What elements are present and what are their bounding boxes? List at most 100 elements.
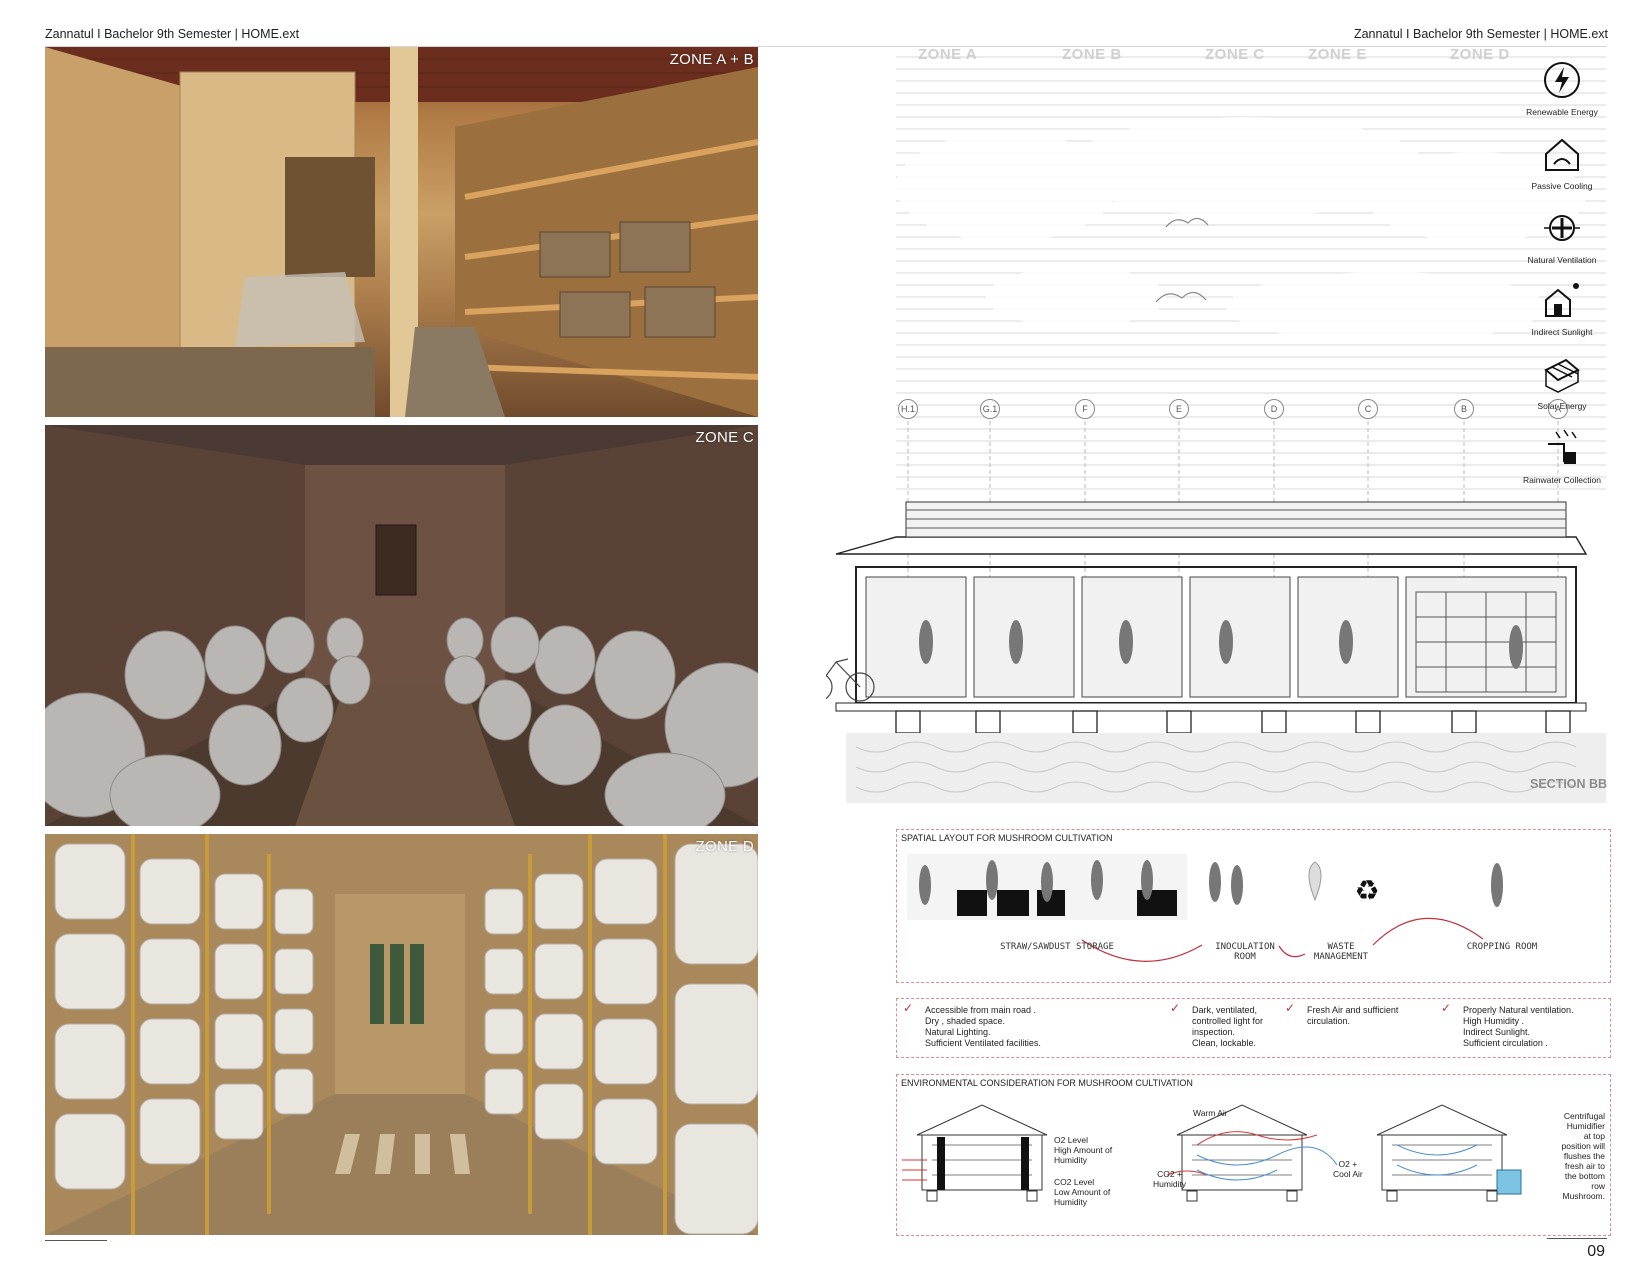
env-co2h-line: CO2 + [1157, 1169, 1182, 1179]
stage-cropping-room: CROPPING ROOM [1466, 942, 1538, 952]
env-co2-humidity-label: CO2 + Humidity [1153, 1169, 1186, 1189]
solar-panel-icon [1544, 358, 1580, 393]
page-number: 09 [1587, 1243, 1605, 1260]
zone-d-label: ZONE D [695, 838, 754, 855]
criteria-storage-line: Natural Lighting. [925, 1027, 991, 1037]
env-humid-line: Humidifier [1566, 1121, 1605, 1131]
grid-marker-g1: G.1 [980, 399, 1000, 419]
environment-illustration [902, 1104, 1522, 1202]
feature-indirect-sunlight-label: Indirect Sunlight [1531, 327, 1593, 337]
section-bb-drawing [826, 56, 1606, 803]
render-zone-d-illustration [45, 834, 758, 1235]
env-co2-line: Low Amount of [1054, 1187, 1111, 1197]
zone-d-header: ZONE D [1450, 46, 1510, 63]
env-humid-line: Mushroom. [1562, 1191, 1605, 1201]
zone-c-header: ZONE C [1205, 46, 1265, 63]
env-warm-air-label: Warm Air [1193, 1108, 1228, 1118]
check-icon: ✓ [903, 1001, 914, 1015]
svg-text:♻: ♻ [1354, 874, 1379, 907]
criteria-panel: ✓ Accessible from main road . Dry , shad… [896, 998, 1611, 1058]
criteria-inoculation: ✓ Dark, ventilated, controlled light for… [1170, 1002, 1292, 1049]
rain-tank-icon [1548, 429, 1577, 464]
env-humid-line: at top [1583, 1131, 1605, 1141]
criteria-storage-line: Sufficient Ventilated facilities. [925, 1038, 1041, 1048]
criteria-storage-line: Accessible from main road . [925, 1005, 1037, 1015]
stage-inoculation-room: INOCULATION ROOM [1215, 942, 1275, 962]
feature-natural-ventilation-label: Natural Ventilation [1527, 255, 1597, 265]
env-o2-cool-air-label: O2 + Cool Air [1333, 1159, 1363, 1179]
criteria-cropping-line: High Humidity . [1463, 1016, 1525, 1026]
env-o2c-line: Cool Air [1333, 1169, 1363, 1179]
criteria-storage: ✓ Accessible from main road . Dry , shad… [903, 1002, 1125, 1049]
env-humidifier-label: Centrifugal Humidifier at top position w… [1521, 1111, 1605, 1201]
env-co2-label: CO2 Level Low Amount of Humidity [1054, 1177, 1110, 1207]
grid-marker-c: C [1358, 399, 1378, 419]
zone-e-header: ZONE E [1308, 46, 1367, 63]
check-icon: ✓ [1441, 1001, 1452, 1015]
footer-rule-left [45, 1240, 107, 1241]
zone-c-label: ZONE C [695, 429, 754, 446]
criteria-cropping-line: Sufficient circulation . [1463, 1038, 1548, 1048]
env-o2-line: High Amount of [1054, 1145, 1113, 1155]
feature-renewable-energy: Renewable Energy [1517, 60, 1607, 117]
env-humid-line: the bottom [1564, 1171, 1605, 1181]
env-humid-line: row [1591, 1181, 1605, 1191]
stage-waste-management: WASTE MANAGEMENT [1313, 942, 1369, 962]
feature-renewable-energy-label: Renewable Energy [1526, 107, 1598, 117]
feature-passive-cooling: Passive Cooling [1517, 134, 1607, 191]
grid-marker-b: B [1454, 399, 1474, 419]
grid-marker-h1: H.1 [898, 399, 918, 419]
env-o2-label: O2 Level High Amount of Humidity [1054, 1135, 1112, 1165]
check-icon: ✓ [1170, 1001, 1181, 1015]
criteria-waste-line: circulation. [1307, 1016, 1351, 1026]
feature-rainwater-collection: Rainwater Collection [1517, 428, 1607, 485]
env-humid-line: position will [1561, 1141, 1605, 1151]
grid-marker-d: D [1264, 399, 1284, 419]
criteria-inoculation-line: Dark, ventilated, [1192, 1005, 1258, 1015]
render-zone-c: ZONE C [45, 425, 758, 826]
grid-marker-f: F [1075, 399, 1095, 419]
render-zone-c-illustration [45, 425, 758, 826]
env-o2-line: Humidity [1054, 1155, 1088, 1165]
env-co2h-line: Humidity [1153, 1179, 1187, 1189]
check-icon: ✓ [1285, 1001, 1296, 1015]
env-o2c-line: O2 + [1338, 1159, 1358, 1169]
render-zone-d: ZONE D [45, 834, 758, 1235]
feature-indirect-sunlight: Indirect Sunlight [1517, 280, 1607, 337]
feature-passive-cooling-label: Passive Cooling [1531, 181, 1593, 191]
env-co2-line: CO2 Level [1054, 1177, 1095, 1187]
stage-straw-storage: STRAW/SAWDUST STORAGE [1000, 942, 1114, 952]
feature-solar-energy-label: Solar Energy [1537, 401, 1587, 411]
env-o2-line: O2 Level [1054, 1135, 1089, 1145]
criteria-inoculation-line: inspection. [1192, 1027, 1236, 1037]
zone-b-header: ZONE B [1062, 46, 1122, 63]
environment-panel: ENVIRONMENTAL CONSIDERATION FOR MUSHROOM… [896, 1074, 1611, 1236]
criteria-cropping: ✓ Properly Natural ventilation. High Hum… [1441, 1002, 1603, 1049]
feature-rainwater-collection-label: Rainwater Collection [1523, 475, 1601, 485]
zone-a-header: ZONE A [918, 46, 978, 63]
spatial-layout-panel: SPATIAL LAYOUT FOR MUSHROOM CULTIVATION … [896, 829, 1611, 983]
feature-solar-energy: Solar Energy [1517, 354, 1607, 411]
zone-ab-label: ZONE A + B [669, 51, 754, 68]
env-co2-line: Humidity [1054, 1197, 1088, 1207]
criteria-waste: ✓ Fresh Air and sufficient circulation. [1285, 1002, 1437, 1027]
criteria-waste-line: Fresh Air and sufficient [1307, 1005, 1399, 1015]
criteria-storage-line: Dry , shaded space. [925, 1016, 1006, 1026]
footer-rule-right [1547, 1238, 1607, 1239]
sun-house-icon [1545, 283, 1579, 317]
fan-icon [1544, 215, 1580, 241]
criteria-inoculation-line: Clean, lockable. [1192, 1038, 1257, 1048]
render-zone-ab-illustration [45, 47, 758, 417]
house-cooling-icon [1545, 138, 1579, 171]
feature-natural-ventilation: Natural Ventilation [1517, 208, 1607, 265]
header-right: Zannatul I Bachelor 9th Semester | HOME.… [1353, 27, 1608, 41]
grid-marker-e: E [1169, 399, 1189, 419]
criteria-inoculation-line: controlled light for [1192, 1016, 1264, 1026]
section-bb-label: SECTION BB [1530, 777, 1608, 791]
env-humid-line: flushes the [1563, 1151, 1605, 1161]
criteria-cropping-line: Indirect Sunlight. [1463, 1027, 1531, 1037]
header-left: Zannatul I Bachelor 9th Semester | HOME.… [45, 27, 300, 41]
lightning-icon [1544, 62, 1580, 98]
render-zone-ab: ZONE A + B [45, 47, 758, 417]
criteria-cropping-line: Properly Natural ventilation. [1463, 1005, 1574, 1015]
